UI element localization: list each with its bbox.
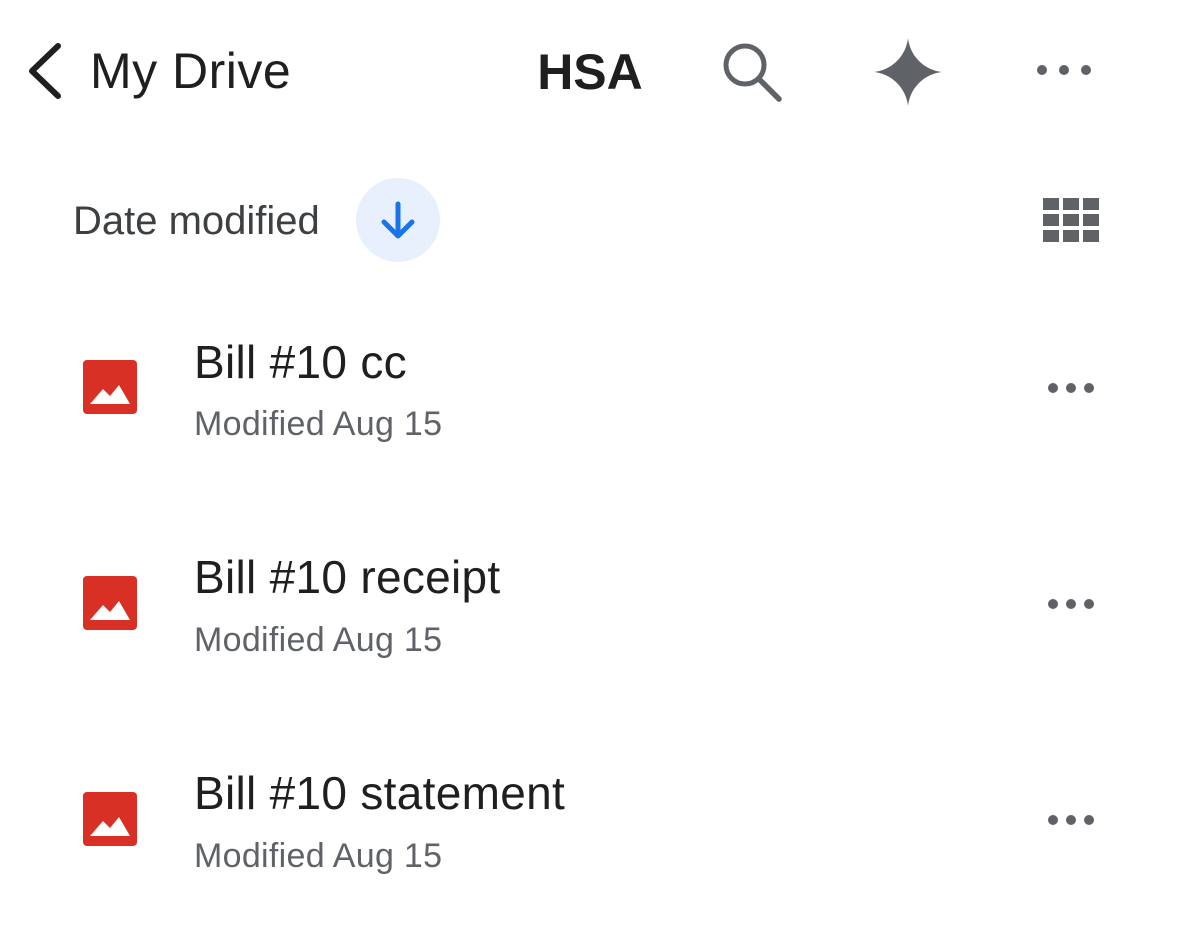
search-icon [723, 43, 782, 102]
file-more-button[interactable] [1036, 363, 1106, 413]
image-file-icon [83, 576, 137, 630]
search-button[interactable] [712, 34, 792, 110]
back-label: My Drive [90, 43, 292, 99]
file-modified-date: Modified Aug 15 [194, 621, 443, 659]
file-row[interactable]: Bill #10 receipt Modified Aug 15 [0, 506, 1179, 706]
file-row[interactable]: Bill #10 cc Modified Aug 15 [0, 290, 1179, 490]
image-file-icon [83, 792, 137, 846]
grid-view-button[interactable] [1034, 188, 1108, 252]
sort-label[interactable]: Date modified [73, 196, 320, 246]
grid-view-icon [1043, 198, 1099, 242]
sort-direction-button[interactable] [356, 178, 440, 262]
page-title: HSA [537, 44, 643, 100]
more-horizontal-icon [1037, 65, 1091, 75]
file-name: Bill #10 statement [194, 767, 566, 819]
more-horizontal-icon [1048, 383, 1094, 393]
file-more-button[interactable] [1036, 795, 1106, 845]
image-file-icon [83, 360, 137, 414]
more-horizontal-icon [1048, 599, 1094, 609]
file-modified-date: Modified Aug 15 [194, 837, 443, 875]
file-row[interactable]: Bill #10 statement Modified Aug 15 [0, 722, 1179, 922]
file-name: Bill #10 cc [194, 336, 407, 388]
arrow-down-icon [381, 201, 415, 239]
chevron-left-icon [29, 43, 61, 99]
file-name: Bill #10 receipt [194, 551, 501, 603]
more-horizontal-icon [1048, 815, 1094, 825]
file-more-button[interactable] [1036, 579, 1106, 629]
gemini-button[interactable] [866, 30, 950, 114]
back-button[interactable]: My Drive [18, 36, 308, 106]
more-options-button[interactable] [1024, 44, 1104, 96]
gemini-sparkle-icon [874, 38, 942, 106]
file-modified-date: Modified Aug 15 [194, 405, 443, 443]
